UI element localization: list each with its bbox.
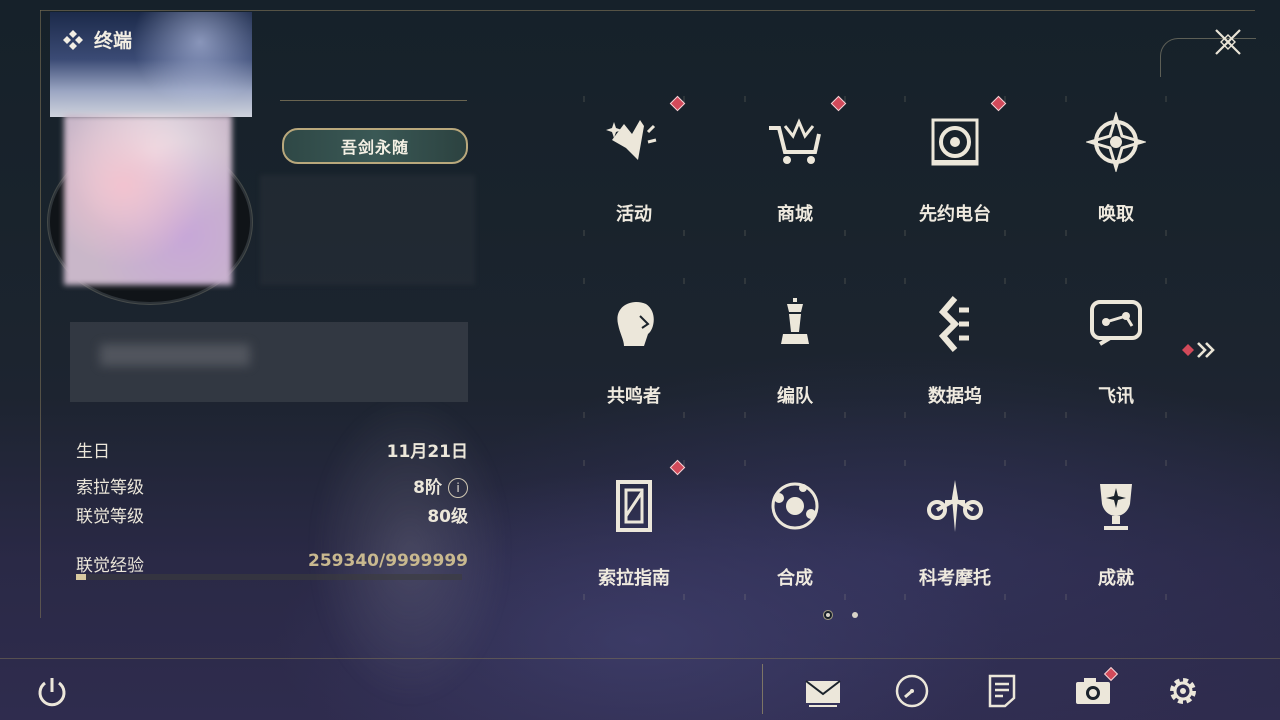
stat-value: 259340/9999999 (308, 551, 468, 571)
notification-badge (830, 95, 847, 112)
trophy-icon (1100, 484, 1132, 530)
exp-progress-bar (76, 574, 462, 580)
frame-top-line (40, 10, 1255, 11)
menu-item-label: 科考摩托 (919, 568, 991, 589)
signature-area[interactable] (70, 322, 468, 402)
menu-item-5[interactable]: 共鸣者 (554, 278, 714, 438)
menu-item-label: 商城 (777, 204, 813, 225)
stat-label: 联觉经验 (76, 556, 144, 576)
motorcycle-icon (927, 480, 983, 532)
avatar[interactable] (64, 115, 232, 285)
menu-item-label: 合成 (777, 568, 813, 589)
frame-left-line (40, 10, 41, 618)
menu-item-6[interactable]: 编队 (715, 278, 875, 438)
message-icon (1090, 300, 1142, 346)
title-badge[interactable]: 吾剑永随 (282, 128, 468, 164)
resonator-icon (617, 302, 654, 346)
menu-item-8[interactable]: 飞讯 (1036, 278, 1196, 438)
notes-button[interactable] (983, 672, 1021, 710)
data-bank-icon (938, 296, 969, 352)
terminal-title: 终端 (94, 30, 133, 52)
stat-label: 联觉等级 (76, 507, 144, 527)
menu-item-4[interactable]: 唤取 (1036, 96, 1196, 256)
team-chess-icon (781, 298, 809, 344)
notes-icon (988, 674, 1016, 708)
page-dot-1[interactable] (826, 613, 830, 617)
menu-item-label: 唤取 (1098, 204, 1134, 225)
menu-item-label: 索拉指南 (598, 568, 670, 589)
page-dot-2[interactable] (852, 612, 858, 618)
player-name-area (260, 175, 475, 285)
power-icon (38, 678, 66, 707)
menu-item-label: 飞讯 (1098, 386, 1134, 407)
stat-birthday: 生日 11月21日 (76, 437, 468, 462)
menu-item-label: 共鸣者 (607, 386, 661, 407)
menu-item-label: 活动 (616, 204, 652, 225)
menu-item-9[interactable]: 索拉指南 (554, 459, 714, 620)
bottom-bar-divider (762, 664, 763, 714)
menu-item-label: 先约电台 (919, 204, 991, 225)
stat-union-level: 联觉等级 80级 (76, 502, 468, 527)
menu-item-10[interactable]: 合成 (715, 460, 875, 620)
menu-item-3[interactable]: 先约电台 (875, 95, 1035, 256)
time-button[interactable] (893, 672, 931, 710)
stat-value: 8阶 (413, 478, 442, 498)
menu-item-7[interactable]: 数据坞 (875, 278, 1035, 438)
menu-item-2[interactable]: 商城 (715, 95, 875, 256)
stat-union-exp: 联觉经验 259340/9999999 (76, 551, 468, 576)
menu-item-label: 数据坞 (928, 386, 982, 407)
menu-item-11[interactable]: 科考摩托 (875, 460, 1035, 620)
close-button[interactable] (1204, 22, 1252, 62)
guidebook-icon (616, 480, 652, 532)
notification-badge (669, 459, 686, 476)
terminal-header: 终端 (62, 26, 132, 53)
next-page-button[interactable] (1180, 340, 1220, 360)
close-icon (1215, 29, 1241, 55)
double-chevron-right-icon (1182, 342, 1215, 358)
stat-label: 生日 (76, 442, 110, 462)
menu-item-12[interactable]: 成就 (1036, 460, 1196, 620)
notification-badge (669, 95, 686, 112)
stat-sola-level: 索拉等级 8阶 i (76, 473, 468, 498)
power-button[interactable] (34, 674, 70, 710)
terminal-diamond-icon (63, 29, 83, 50)
info-icon[interactable]: i (448, 478, 468, 498)
camera-button[interactable] (1074, 666, 1119, 710)
profile-divider (280, 100, 467, 101)
exp-progress-fill (76, 574, 87, 580)
menu-item-label: 成就 (1098, 568, 1134, 589)
title-badge-label: 吾剑永随 (340, 138, 409, 157)
synthesis-icon (771, 482, 819, 530)
activity-icon (606, 120, 657, 160)
stat-label: 索拉等级 (76, 478, 144, 498)
clock-icon (895, 674, 929, 708)
menu-item-label: 编队 (777, 386, 813, 407)
mail-button[interactable] (804, 672, 842, 710)
menu-item-1[interactable]: 活动 (554, 95, 714, 256)
stat-value: 80级 (427, 507, 468, 527)
stat-value: 11月21日 (386, 442, 468, 462)
settings-gear-icon (1170, 678, 1196, 704)
notification-badge (990, 95, 1007, 112)
camera-icon (1076, 678, 1110, 704)
shop-cart-icon (769, 118, 821, 164)
page-indicator (826, 612, 858, 618)
frame-bottom-line (0, 658, 1280, 659)
convene-icon (1086, 112, 1146, 172)
settings-button[interactable] (1164, 672, 1202, 710)
radio-icon (931, 118, 979, 166)
mail-icon (805, 680, 841, 707)
